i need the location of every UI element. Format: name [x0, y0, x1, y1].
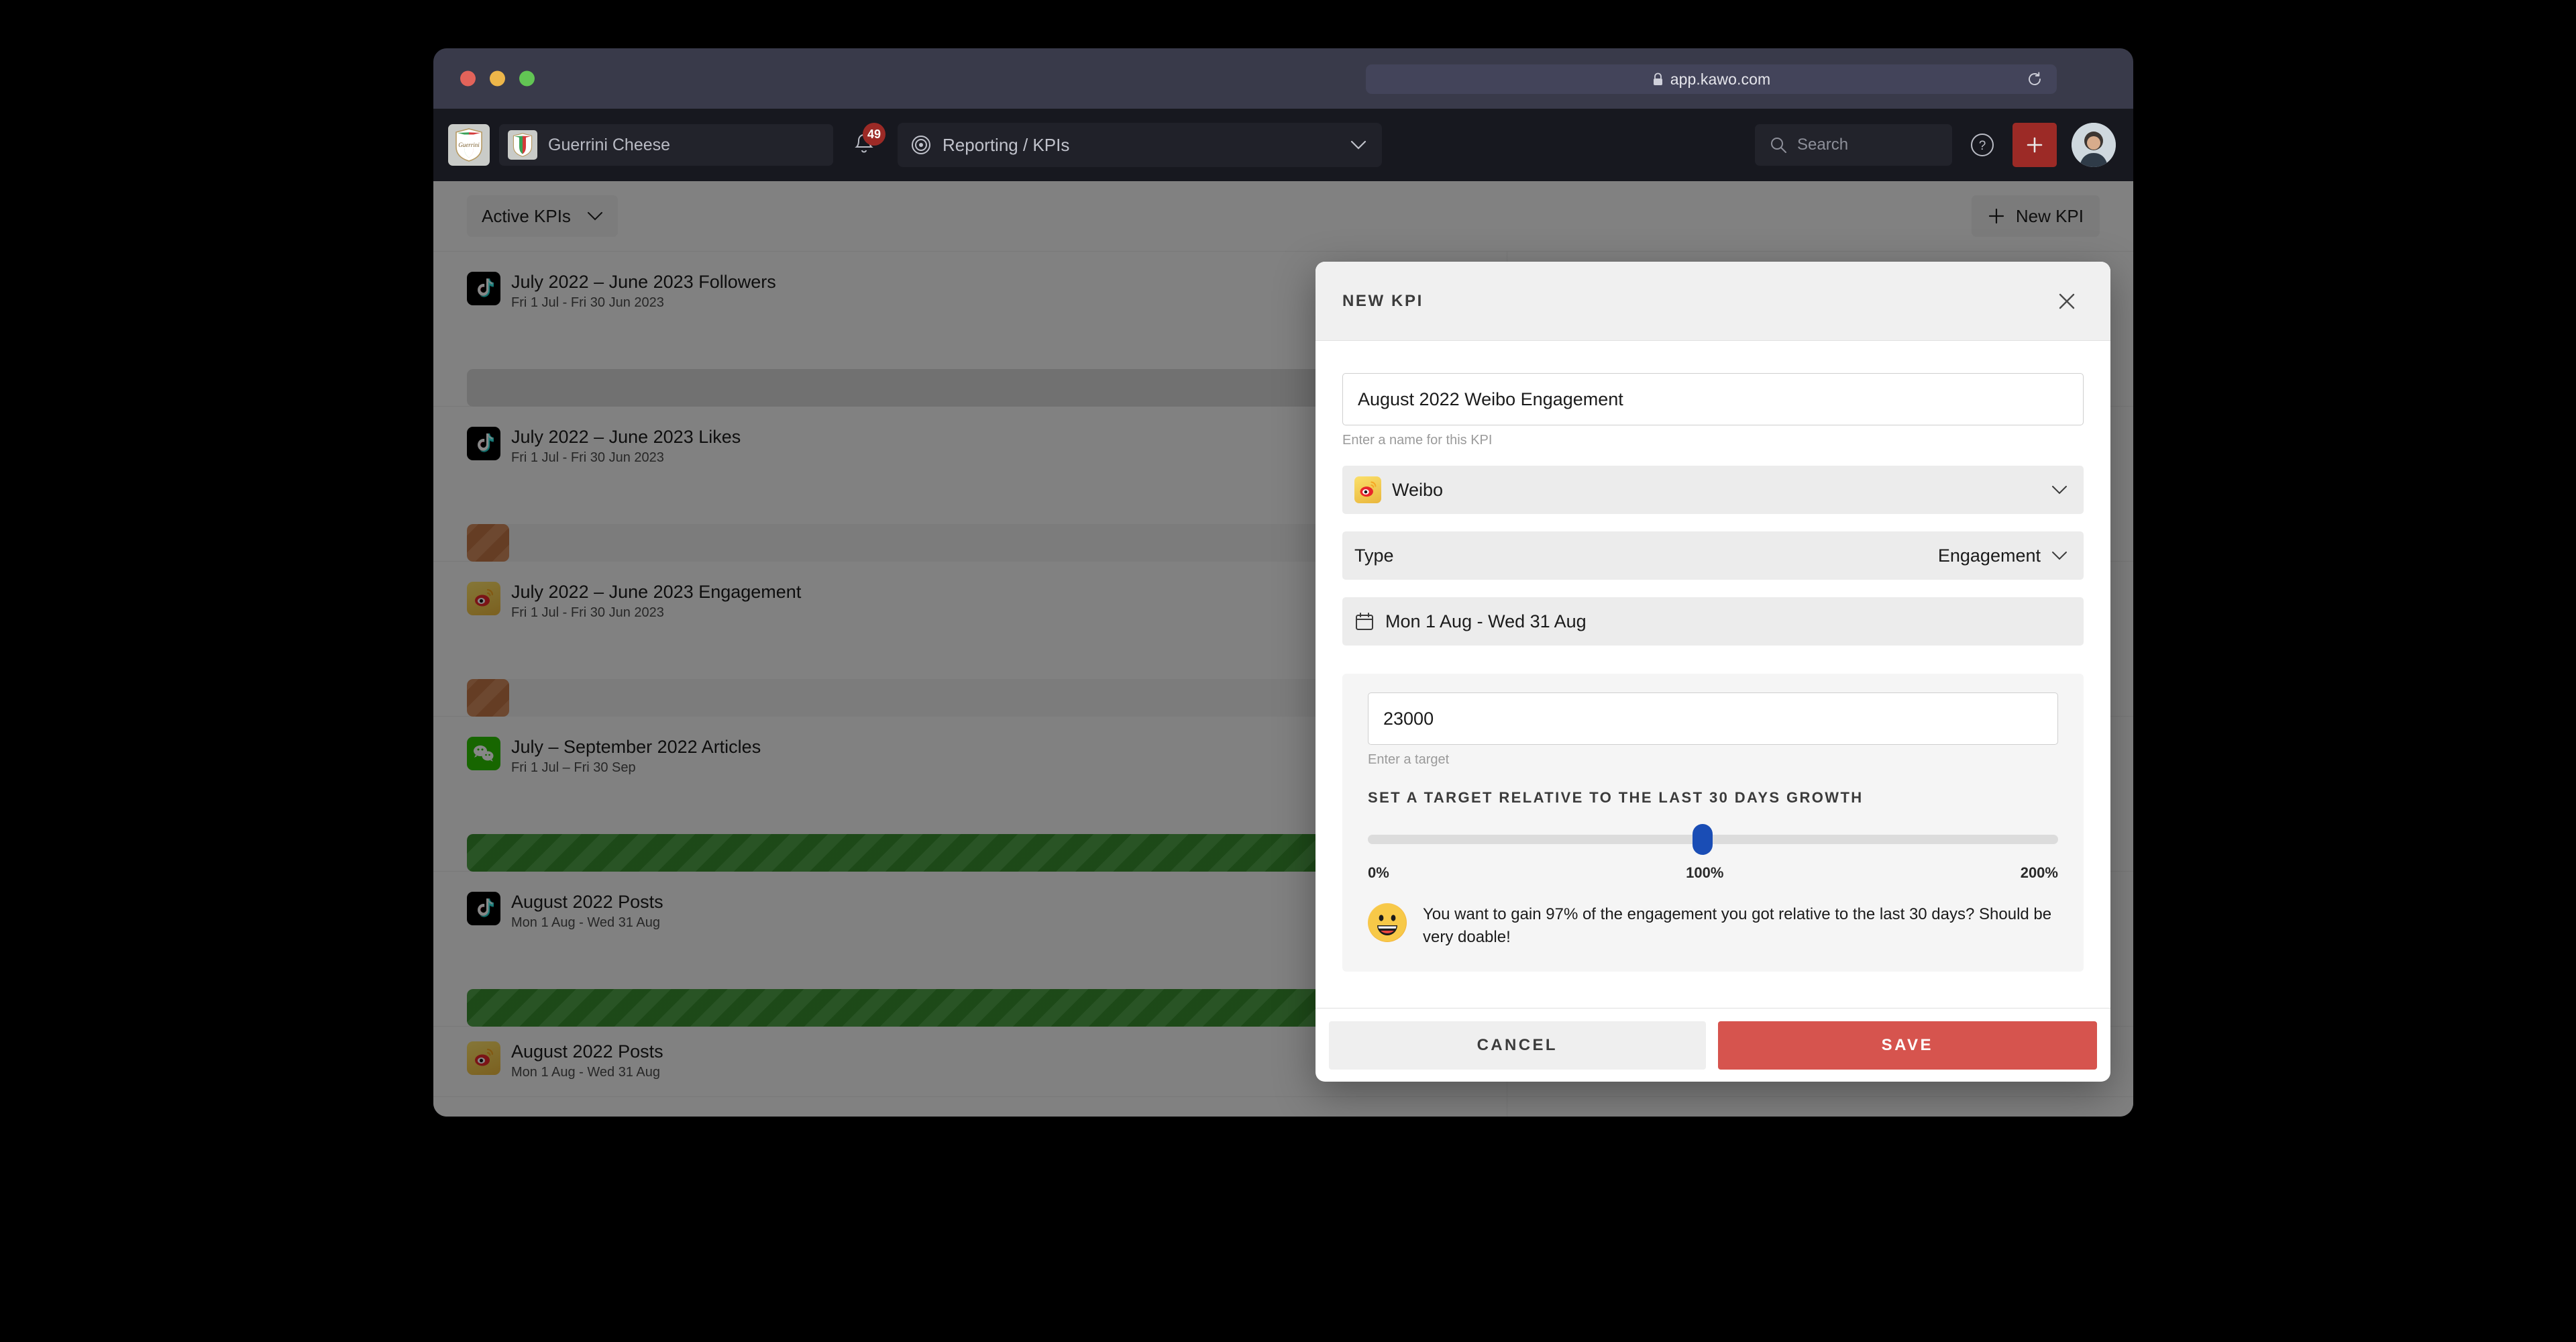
close-button[interactable]	[2050, 285, 2084, 318]
svg-text:?: ?	[1979, 139, 1986, 153]
new-kpi-dialog: NEW KPI August 2022 Weibo Engagement Ent…	[1316, 262, 2110, 1082]
kpi-name-input[interactable]: August 2022 Weibo Engagement	[1342, 373, 2084, 425]
slider-max-label: 200%	[2020, 864, 2058, 881]
dialog-header: NEW KPI	[1316, 262, 2110, 341]
date-range-value: Mon 1 Aug - Wed 31 Aug	[1385, 611, 1587, 631]
search-icon	[1771, 138, 1786, 153]
feedback-message: You want to gain 97% of the engagement y…	[1368, 903, 2058, 966]
help-button[interactable]: ?	[1967, 130, 1998, 160]
chevron-down-icon	[1350, 140, 1366, 150]
browser-titlebar: app.kawo.com	[433, 48, 2133, 109]
search-placeholder: Search	[1797, 136, 1849, 154]
target-input[interactable]: 23000	[1368, 692, 2058, 745]
type-label: Type	[1354, 545, 1394, 566]
slider-mid-label: 100%	[1686, 864, 1724, 881]
workspace-name: Guerrini Cheese	[548, 135, 671, 154]
slider-min-label: 0%	[1368, 864, 1389, 881]
save-button[interactable]: SAVE	[1717, 1021, 2097, 1070]
slider-track	[1368, 835, 2058, 844]
date-range-select[interactable]: Mon 1 Aug - Wed 31 Aug	[1342, 597, 2084, 646]
channel-label: Weibo	[1392, 479, 1444, 500]
channel-select[interactable]: Weibo	[1342, 466, 2084, 514]
url-text: app.kawo.com	[1670, 70, 1771, 88]
weibo-icon	[1354, 476, 1381, 503]
grinning-face-emoji	[1368, 903, 1407, 942]
calendar-icon	[1356, 613, 1373, 630]
dialog-footer: CANCEL SAVE	[1316, 1008, 2110, 1082]
brand-logo[interactable]: Guerrini	[448, 124, 490, 166]
lock-icon	[1652, 72, 1664, 87]
chevron-down-icon	[2052, 552, 2067, 560]
plus-icon	[2027, 137, 2043, 153]
question-circle-icon: ?	[1971, 134, 1994, 156]
close-window-button[interactable]	[460, 70, 476, 87]
dialog-body: August 2022 Weibo Engagement Enter a nam…	[1316, 341, 2110, 1008]
type-value: Engagement	[1937, 545, 2041, 566]
workspace-avatar	[508, 130, 537, 160]
slider-thumb[interactable]	[1693, 824, 1713, 855]
target-icon	[912, 136, 930, 154]
type-select[interactable]: Type Engagement	[1342, 531, 2084, 580]
target-value: 23000	[1383, 708, 1434, 729]
cancel-button[interactable]: CANCEL	[1329, 1021, 1706, 1070]
section-label: Reporting / KPIs	[943, 134, 1070, 155]
notifications-button[interactable]: 49	[845, 123, 885, 166]
minimize-window-button[interactable]	[490, 70, 505, 87]
section-selector[interactable]: Reporting / KPIs	[898, 123, 1382, 167]
window-controls[interactable]	[460, 70, 535, 87]
workspace-selector[interactable]: Guerrini Cheese	[499, 124, 833, 166]
search-input[interactable]: Search	[1755, 124, 1952, 166]
close-icon	[2059, 293, 2075, 309]
target-section: 23000 Enter a target SET A TARGET RELATI…	[1342, 674, 2084, 972]
notification-badge: 49	[863, 123, 885, 146]
app-top-nav: Guerrini Guerrini Cheese 49 Reporting / …	[433, 109, 2133, 181]
kpi-name-hint: Enter a name for this KPI	[1342, 433, 1493, 448]
reload-icon[interactable]	[2026, 70, 2043, 88]
add-button[interactable]	[2012, 123, 2057, 167]
feedback-text: You want to gain 97% of the engagement y…	[1423, 905, 2052, 947]
target-hint: Enter a target	[1368, 752, 1450, 767]
slider-labels: 0% 100% 200%	[1368, 864, 2058, 882]
svg-text:Guerrini: Guerrini	[458, 142, 480, 148]
slider-heading: SET A TARGET RELATIVE TO THE LAST 30 DAY…	[1368, 789, 1864, 806]
avatar[interactable]	[2072, 123, 2116, 167]
growth-slider[interactable]	[1368, 824, 2058, 855]
kpi-name-value: August 2022 Weibo Engagement	[1358, 389, 1623, 409]
nav-right-group: Search ?	[1755, 123, 2116, 167]
maximize-window-button[interactable]	[519, 70, 535, 87]
dialog-title: NEW KPI	[1342, 291, 1424, 310]
address-bar[interactable]: app.kawo.com	[1366, 64, 2057, 94]
chevron-down-icon	[2052, 486, 2067, 495]
browser-window: app.kawo.com Guerrini Guerrini Cheese 49…	[433, 48, 2133, 1117]
